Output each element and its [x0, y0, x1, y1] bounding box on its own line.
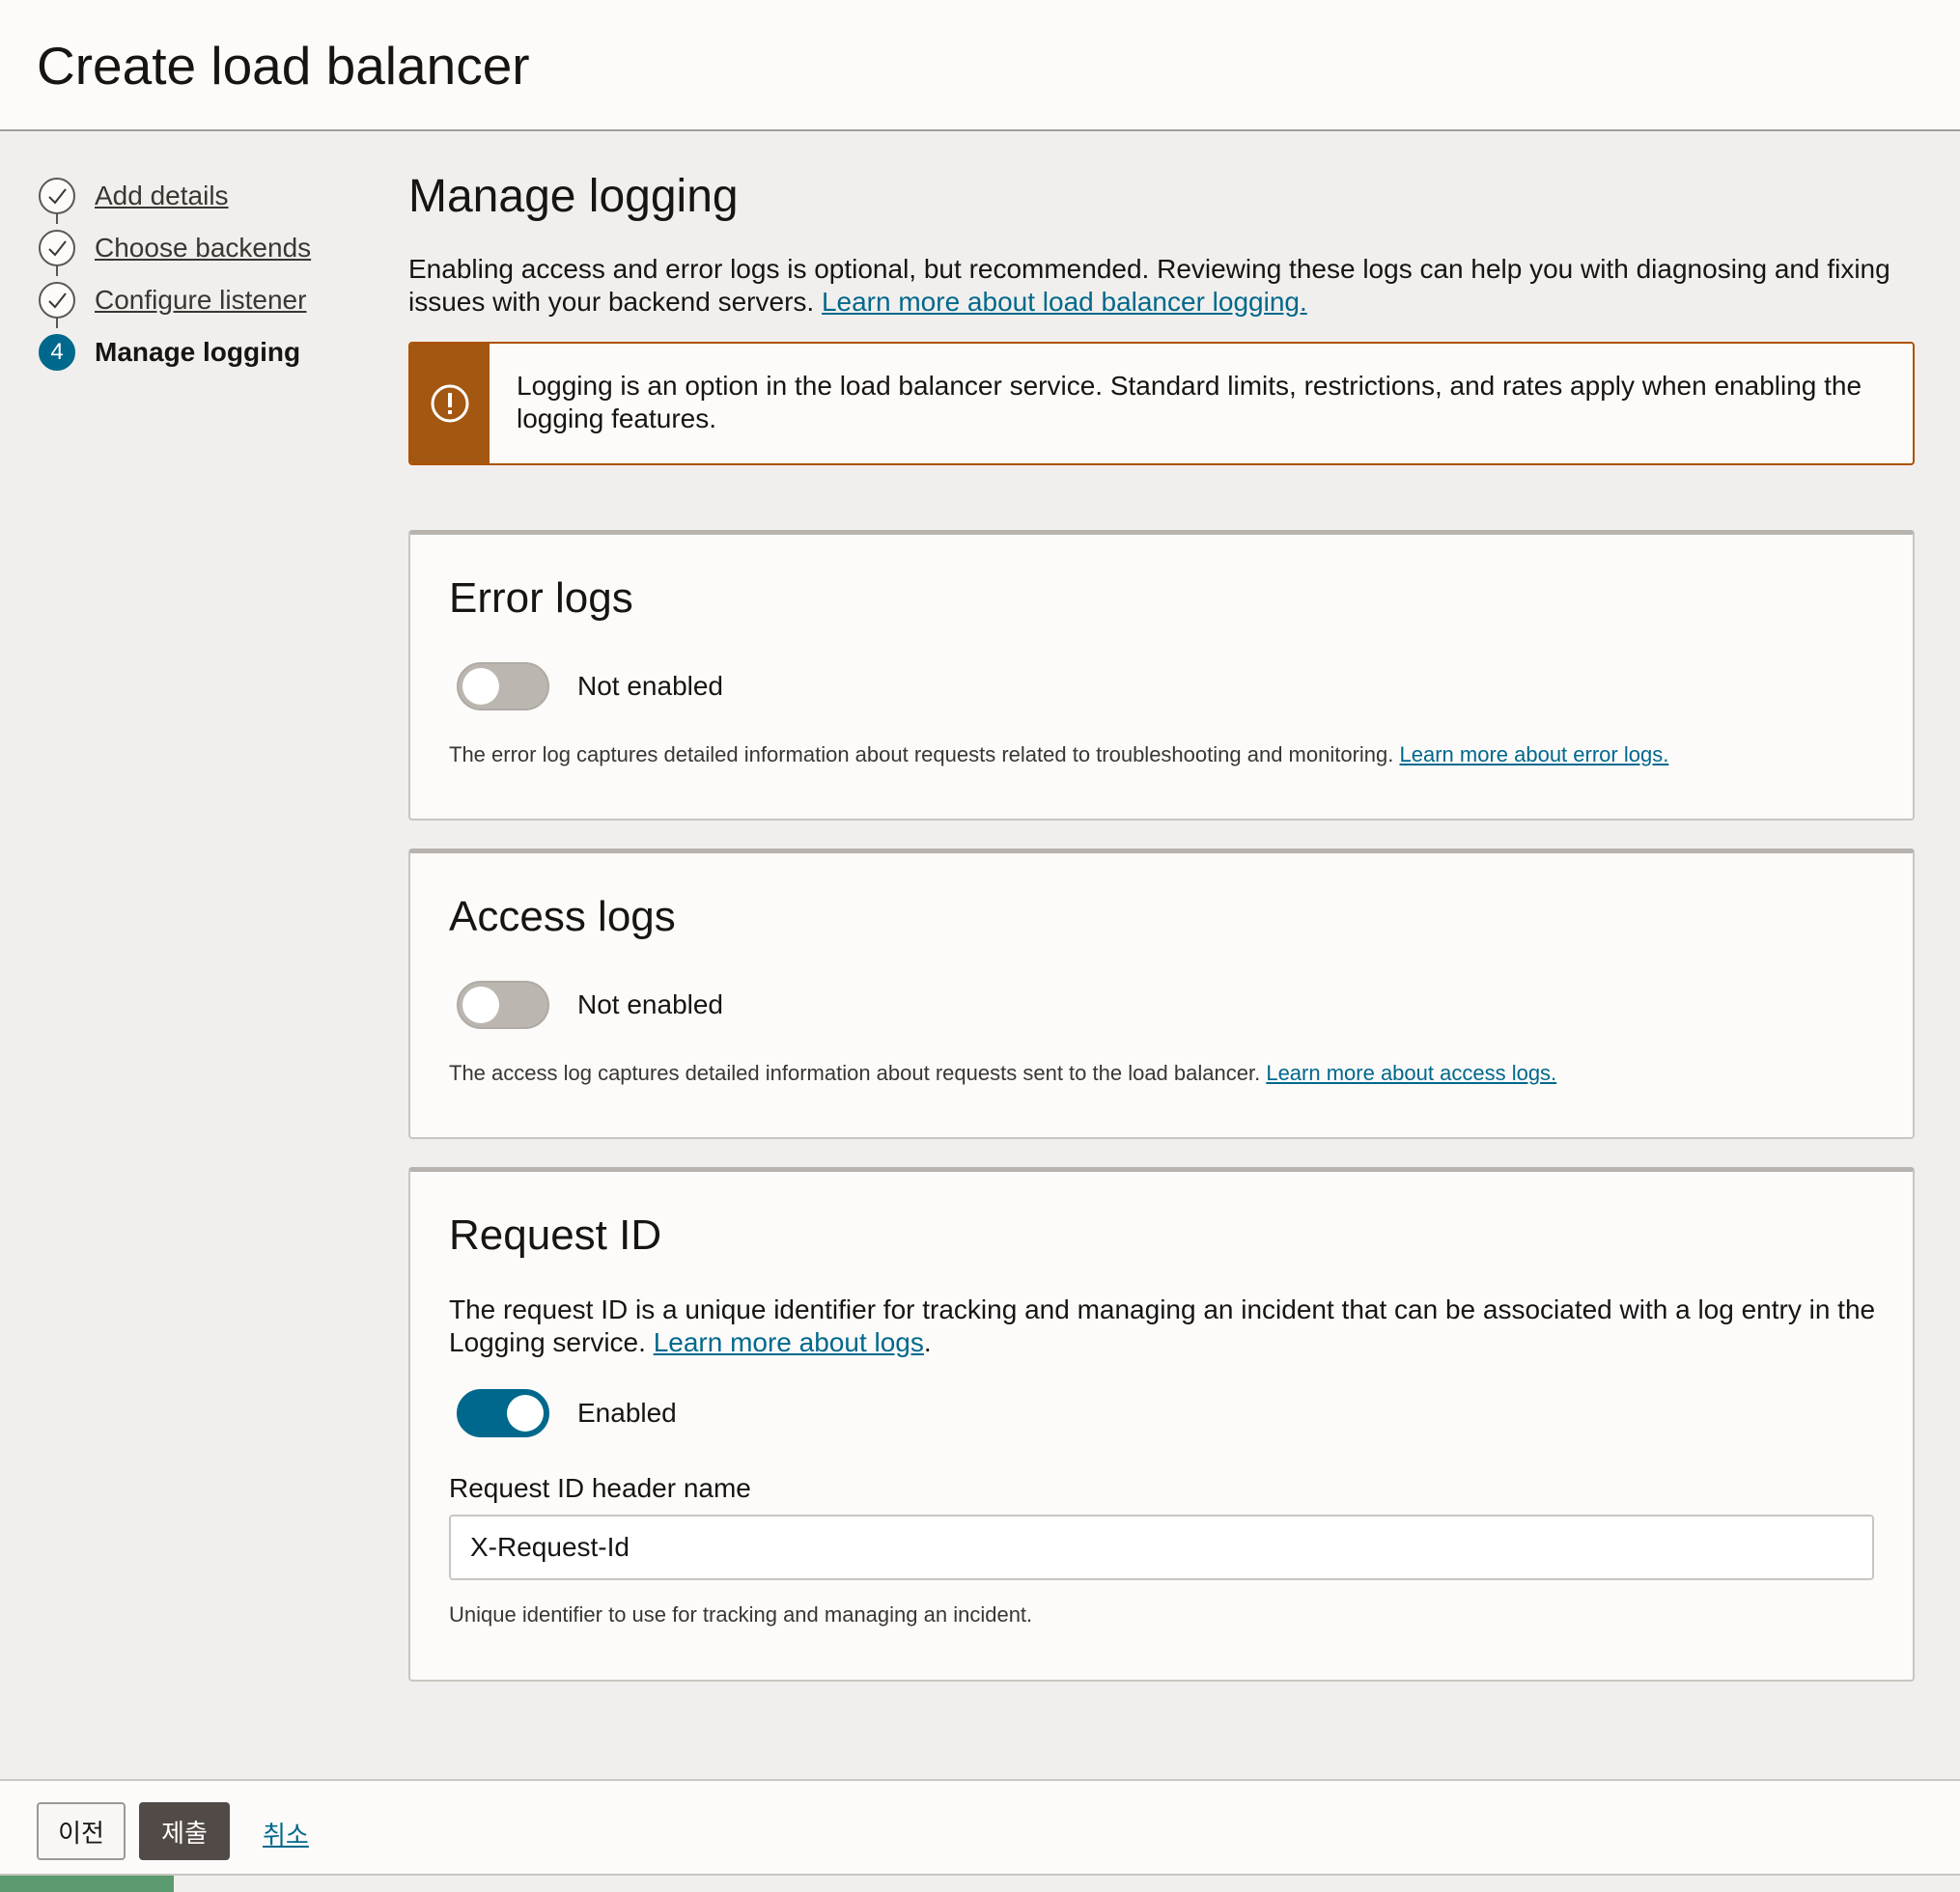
intro-text: Enabling access and error logs is option… [408, 253, 1915, 319]
step-configure-listener[interactable]: Configure listener [39, 274, 367, 328]
learn-more-logs-link[interactable]: Learn more about logs [654, 1327, 924, 1357]
request-id-heading: Request ID [449, 1211, 662, 1259]
check-icon [39, 230, 75, 266]
section-heading: Manage logging [408, 171, 739, 222]
main-content: Manage logging Enabling access and error… [408, 170, 1915, 1682]
step-label: Manage logging [95, 337, 301, 367]
description-period: . [923, 1327, 932, 1357]
error-logs-toggle-label: Not enabled [577, 671, 724, 701]
learn-more-access-logs-link[interactable]: Learn more about access logs. [1266, 1061, 1556, 1085]
warning-circle-icon [431, 384, 469, 423]
toggle-knob [462, 987, 499, 1023]
progress-indicator [0, 1876, 174, 1892]
step-number-badge: 4 [39, 334, 75, 371]
error-logs-heading: Error logs [449, 574, 633, 622]
alert-icon-bar [410, 344, 490, 463]
request-id-description: The request ID is a unique identifier fo… [449, 1294, 1878, 1359]
warning-alert: Logging is an option in the load balance… [408, 342, 1915, 465]
access-logs-card: Access logs Not enabled The access log c… [408, 849, 1915, 1139]
toggle-knob [507, 1395, 544, 1432]
request-id-header-label: Request ID header name [449, 1473, 751, 1503]
submit-button[interactable]: 제출 [139, 1802, 230, 1860]
learn-more-logging-link[interactable]: Learn more about load balancer logging. [822, 287, 1307, 317]
step-choose-backends[interactable]: Choose backends [39, 222, 367, 276]
request-id-toggle-label: Enabled [577, 1398, 677, 1428]
access-logs-toggle-label: Not enabled [577, 989, 724, 1019]
page-header: Create load balancer [0, 0, 1960, 131]
request-id-header-input[interactable] [449, 1515, 1874, 1580]
learn-more-error-logs-link[interactable]: Learn more about error logs. [1400, 742, 1669, 766]
error-logs-toggle[interactable] [457, 662, 549, 710]
check-icon [39, 178, 75, 214]
access-logs-help-text: The access log captures detailed informa… [449, 1061, 1261, 1085]
cancel-link[interactable]: 취소 [263, 1816, 309, 1851]
toggle-knob [462, 668, 499, 705]
step-manage-logging: 4 Manage logging [39, 326, 367, 378]
step-label[interactable]: Configure listener [95, 285, 306, 316]
access-logs-toggle[interactable] [457, 981, 549, 1029]
request-id-toggle[interactable] [457, 1389, 549, 1437]
footer-bar: 이전 제출 취소 [0, 1779, 1960, 1876]
previous-button[interactable]: 이전 [37, 1802, 126, 1860]
step-label[interactable]: Choose backends [95, 233, 311, 264]
alert-text: Logging is an option in the load balance… [517, 371, 1862, 433]
request-id-card: Request ID The request ID is a unique id… [408, 1167, 1915, 1682]
access-logs-help: The access log captures detailed informa… [449, 1060, 1556, 1087]
step-label[interactable]: Add details [95, 181, 229, 211]
request-id-field-help: Unique identifier to use for tracking an… [449, 1602, 1033, 1627]
error-logs-help: The error log captures detailed informat… [449, 741, 1668, 768]
step-add-details[interactable]: Add details [39, 170, 367, 224]
access-logs-heading: Access logs [449, 893, 676, 940]
wizard-steps: Add details Choose backends Configure li… [39, 170, 367, 378]
check-icon [39, 282, 75, 319]
error-logs-card: Error logs Not enabled The error log cap… [408, 530, 1915, 821]
error-logs-help-text: The error log captures detailed informat… [449, 742, 1394, 766]
page-title: Create load balancer [37, 36, 530, 96]
